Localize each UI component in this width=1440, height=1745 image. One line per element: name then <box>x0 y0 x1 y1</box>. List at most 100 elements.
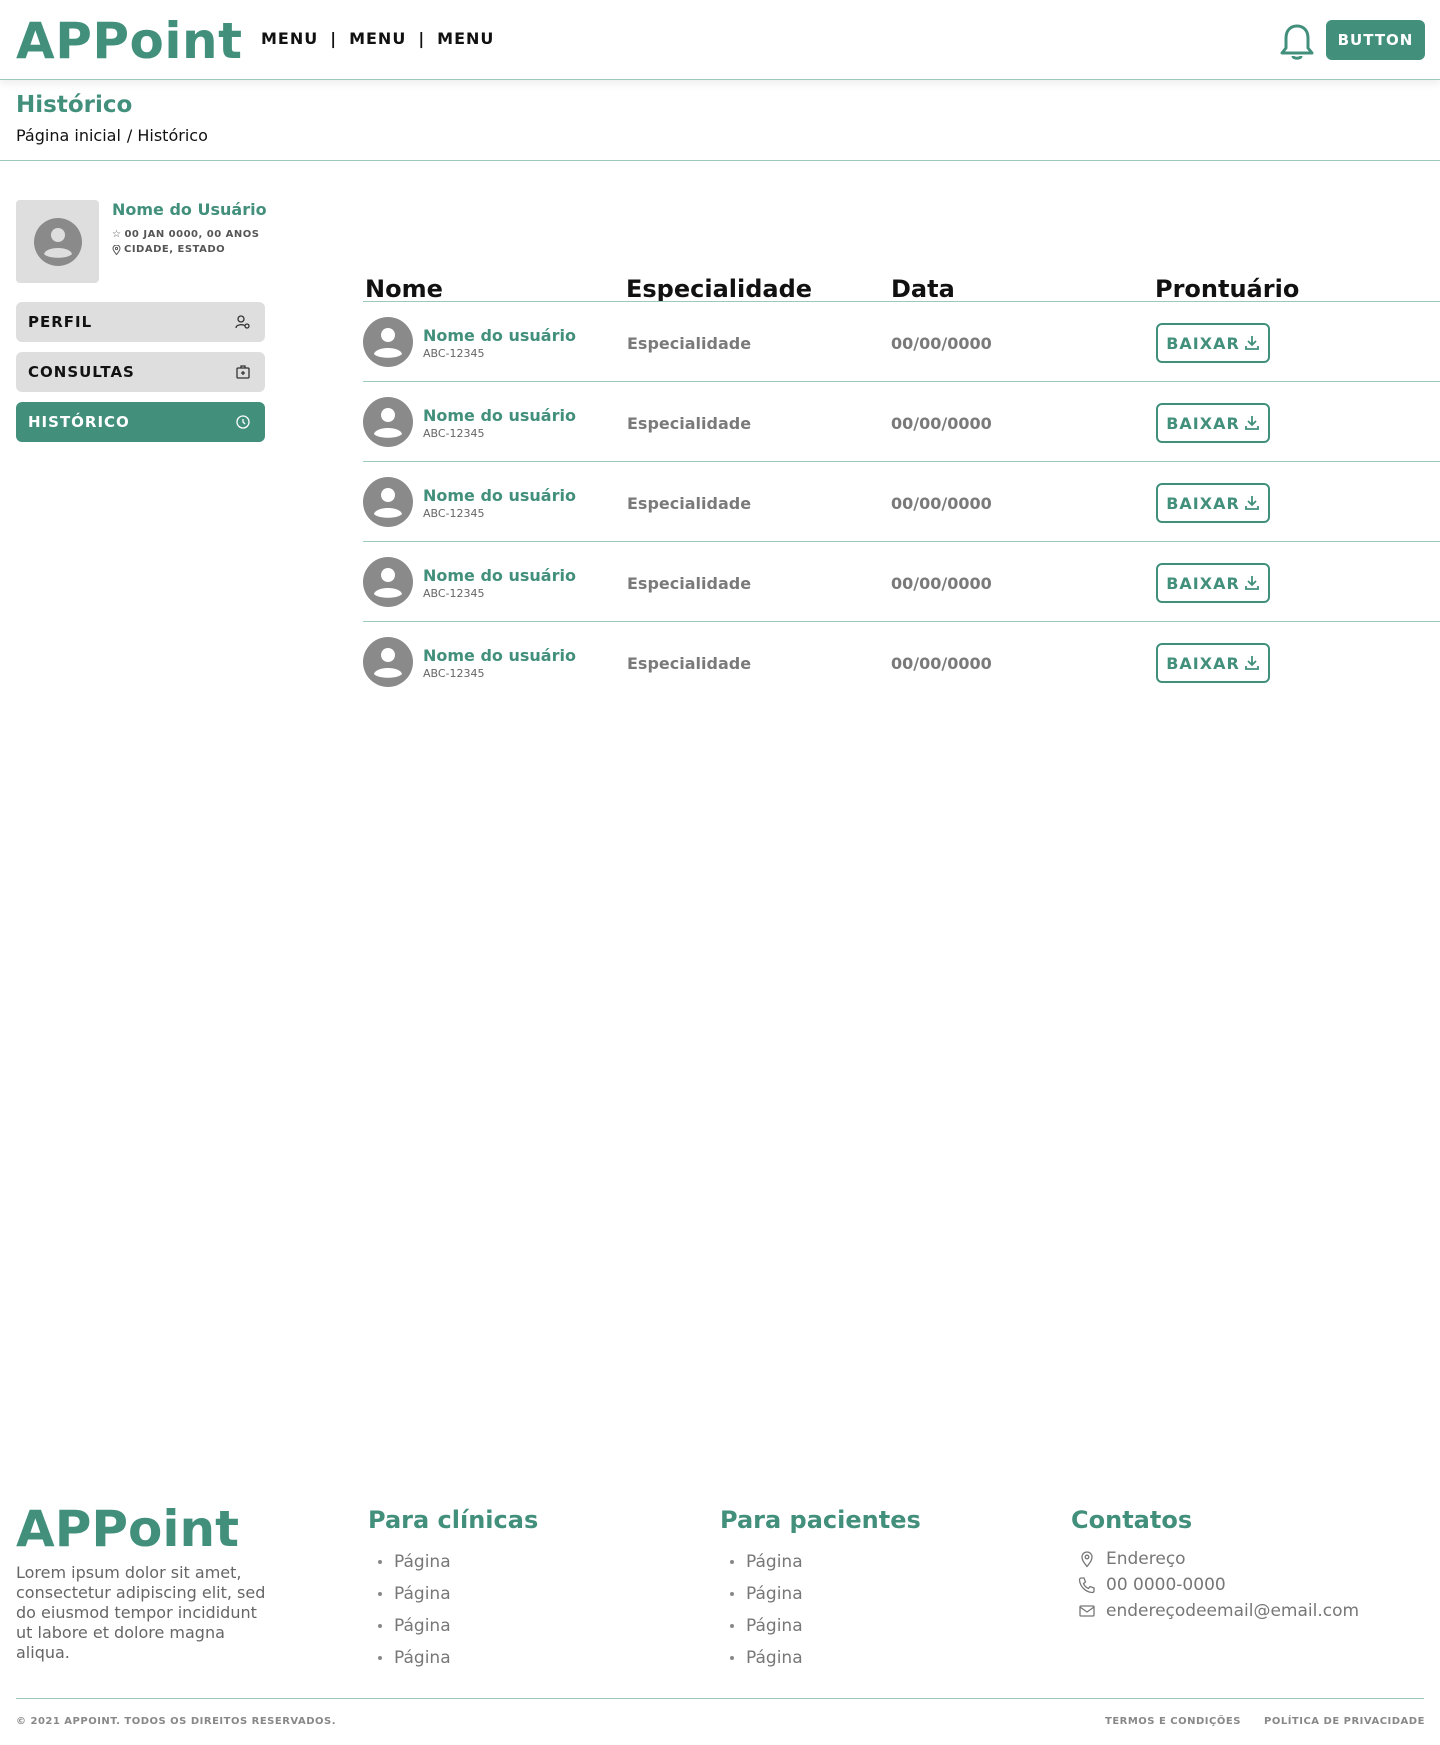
mail-icon <box>1078 1602 1096 1620</box>
main-nav: MENU | MENU | MENU <box>261 29 494 48</box>
specialty: Especialidade <box>627 414 752 433</box>
footer-link[interactable]: Página <box>720 1610 921 1642</box>
footer-logo[interactable]: APPoint <box>16 1498 239 1560</box>
download-button-label: BAIXAR <box>1166 333 1240 353</box>
patient-name[interactable]: Nome do usuário <box>423 406 576 425</box>
bullet <box>378 1624 382 1628</box>
contact-address-text: Endereço <box>1106 1549 1186 1569</box>
contact-phone[interactable]: 00 0000-0000 <box>1071 1572 1359 1598</box>
medical-bag-icon <box>235 364 251 380</box>
footer-link[interactable]: Página <box>368 1642 538 1674</box>
user-avatar-icon <box>363 317 413 367</box>
footer-clinics-title: Para clínicas <box>368 1506 539 1534</box>
column-header-especialidade: Especialidade <box>626 275 813 303</box>
breadcrumb-current: / Histórico <box>126 126 208 145</box>
bullet <box>730 1560 734 1564</box>
sidebar-item-label: CONSULTAS <box>28 363 135 381</box>
page-title: Histórico <box>16 92 133 118</box>
footer-link-label: Página <box>394 1584 451 1604</box>
footer-contacts: Contatos Endereço 00 0000-0000 endereçod… <box>1071 1506 1359 1624</box>
download-icon <box>1244 576 1259 590</box>
location-pin-icon <box>112 244 121 255</box>
date: 00/00/0000 <box>891 574 992 593</box>
column-header-prontuario: Prontuário <box>1155 275 1300 303</box>
profile-avatar <box>16 200 99 283</box>
header-button[interactable]: BUTTON <box>1326 20 1425 60</box>
patient-code: ABC-12345 <box>423 427 485 440</box>
table-row: Nome do usuário ABC-12345 Especialidade … <box>363 382 1440 462</box>
profile-name: Nome do Usuário <box>112 200 267 219</box>
top-header: APPoint MENU | MENU | MENU BUTTON <box>0 0 1440 80</box>
footer-link[interactable]: Página <box>720 1578 921 1610</box>
user-avatar-icon <box>33 217 82 266</box>
table-row: Nome do usuário ABC-12345 Especialidade … <box>363 302 1440 382</box>
footer-link-label: Página <box>746 1552 803 1572</box>
download-icon <box>1244 656 1259 670</box>
bullet <box>730 1656 734 1660</box>
sidebar-item-label: PERFIL <box>28 313 93 331</box>
sidebar-item-perfil[interactable]: PERFIL <box>16 302 265 342</box>
phone-icon <box>1078 1576 1096 1594</box>
patient-code: ABC-12345 <box>423 347 485 360</box>
contact-email[interactable]: endereçodeemail@email.com <box>1071 1598 1359 1624</box>
column-header-data: Data <box>891 275 955 303</box>
download-icon <box>1244 336 1259 350</box>
footer-link[interactable]: Página <box>368 1578 538 1610</box>
footer-divider <box>16 1698 1424 1699</box>
profile-birth: ☆ 00 JAN 0000, 00 ANOS <box>112 229 260 240</box>
user-avatar-icon <box>363 397 413 447</box>
download-button[interactable]: BAIXAR <box>1156 563 1270 603</box>
breadcrumb-home[interactable]: Página inicial <box>16 126 121 145</box>
patient-name[interactable]: Nome do usuário <box>423 326 576 345</box>
bell-icon[interactable] <box>1280 22 1314 62</box>
sidebar-item-historico[interactable]: HISTÓRICO <box>16 402 265 442</box>
footer-link-label: Página <box>746 1584 803 1604</box>
footer-contacts-title: Contatos <box>1071 1506 1193 1534</box>
bullet <box>378 1560 382 1564</box>
patient-name[interactable]: Nome do usuário <box>423 486 576 505</box>
breadcrumb: Página inicial / Histórico <box>16 126 208 145</box>
download-button[interactable]: BAIXAR <box>1156 323 1270 363</box>
footer-description: Lorem ipsum dolor sit amet, consectetur … <box>16 1563 266 1662</box>
contact-address: Endereço <box>1071 1546 1359 1572</box>
nav-menu-3[interactable]: MENU <box>437 29 494 48</box>
download-button-label: BAIXAR <box>1166 653 1240 673</box>
bullet <box>730 1592 734 1596</box>
copyright: © 2021 APPOINT. TODOS OS DIREITOS RESERV… <box>16 1716 337 1727</box>
nav-menu-2[interactable]: MENU <box>349 29 406 48</box>
footer-link[interactable]: Página <box>720 1546 921 1578</box>
footer-link-label: Página <box>394 1616 451 1636</box>
footer-clinics: Para clínicas Página Página Página Págin… <box>368 1506 538 1674</box>
download-button[interactable]: BAIXAR <box>1156 483 1270 523</box>
footer-link[interactable]: Página <box>720 1642 921 1674</box>
privacy-link[interactable]: POLÍTICA DE PRIVACIDADE <box>1264 1716 1425 1727</box>
patient-name[interactable]: Nome do usuário <box>423 646 576 665</box>
star-icon: ☆ <box>112 229 122 240</box>
download-button-label: BAIXAR <box>1166 413 1240 433</box>
download-button[interactable]: BAIXAR <box>1156 403 1270 443</box>
location-pin-icon <box>1078 1550 1096 1568</box>
footer-link-label: Página <box>746 1648 803 1668</box>
footer-link[interactable]: Página <box>368 1546 538 1578</box>
sidebar-item-consultas[interactable]: CONSULTAS <box>16 352 265 392</box>
contact-email-text: endereçodeemail@email.com <box>1106 1601 1360 1621</box>
title-divider <box>0 160 1440 161</box>
specialty: Especialidade <box>627 574 752 593</box>
date: 00/00/0000 <box>891 494 992 513</box>
nav-menu-1[interactable]: MENU <box>261 29 318 48</box>
nav-separator: | <box>418 29 426 48</box>
table-row: Nome do usuário ABC-12345 Especialidade … <box>363 462 1440 542</box>
download-button-label: BAIXAR <box>1166 573 1240 593</box>
profile-location: CIDADE, ESTADO <box>112 244 225 255</box>
specialty: Especialidade <box>627 494 752 513</box>
date: 00/00/0000 <box>891 654 992 673</box>
terms-link[interactable]: TERMOS E CONDIÇÕES <box>1105 1716 1241 1727</box>
patient-name[interactable]: Nome do usuário <box>423 566 576 585</box>
footer-link[interactable]: Página <box>368 1610 538 1642</box>
download-button-label: BAIXAR <box>1166 493 1240 513</box>
footer-patients-title: Para pacientes <box>720 1506 921 1534</box>
footer-link-label: Página <box>394 1552 451 1572</box>
app-logo[interactable]: APPoint <box>16 10 242 72</box>
user-avatar-icon <box>363 477 413 527</box>
download-button[interactable]: BAIXAR <box>1156 643 1270 683</box>
